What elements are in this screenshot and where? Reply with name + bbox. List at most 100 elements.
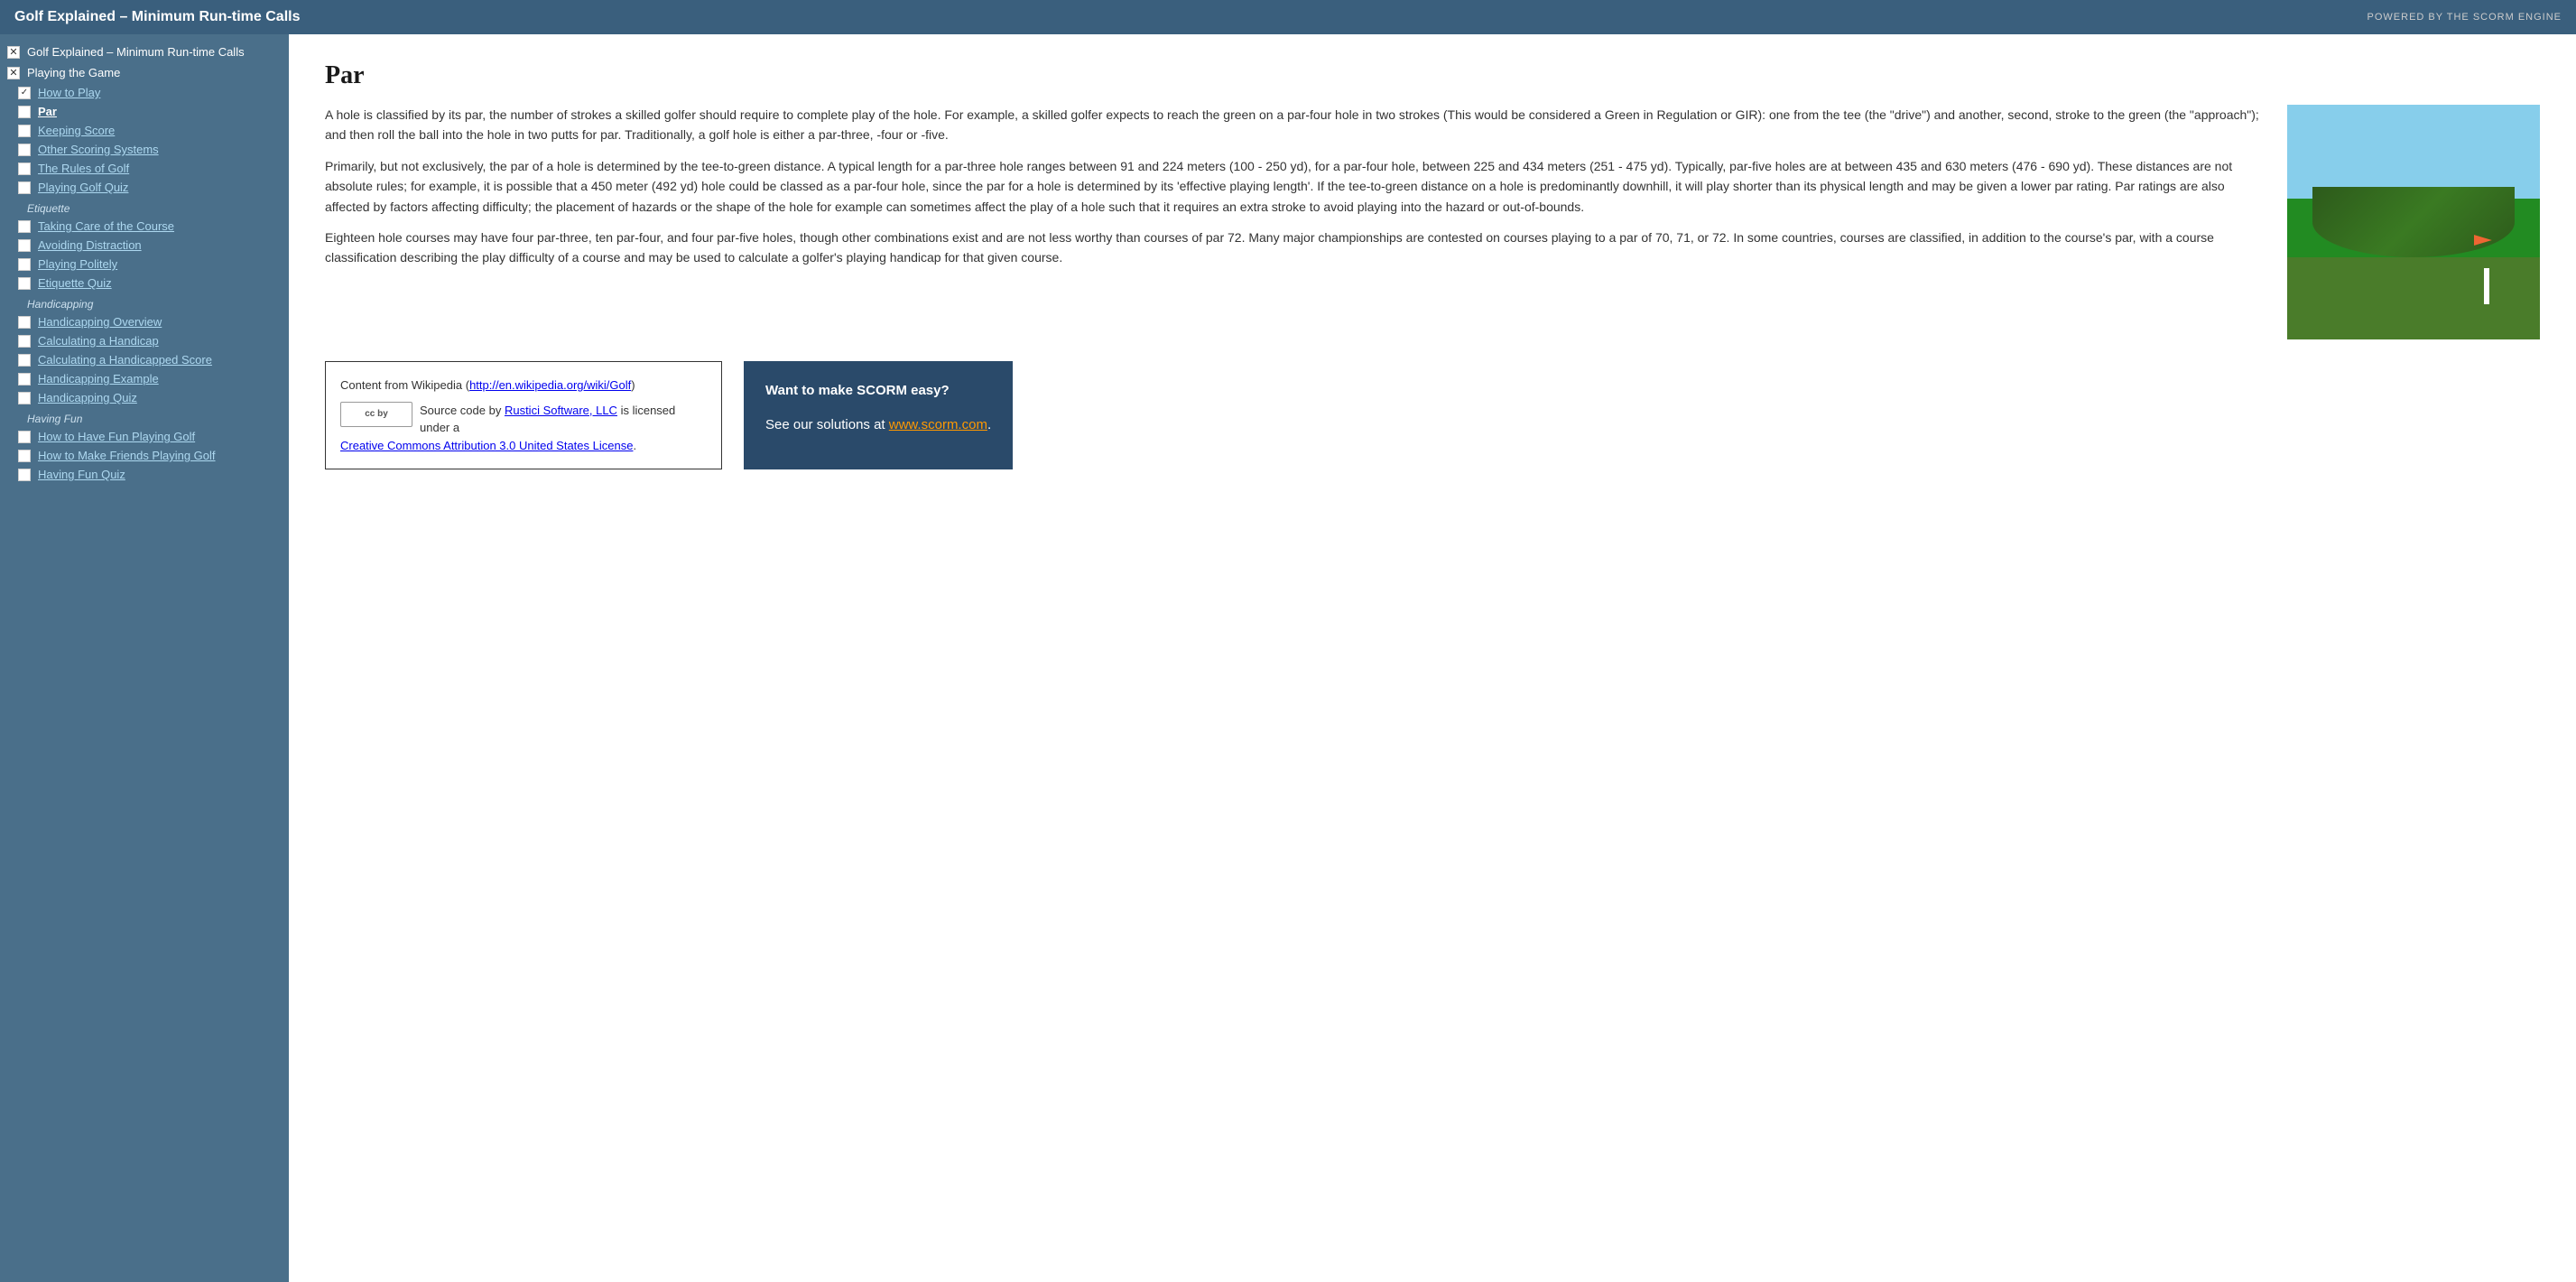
handicapping-example-checkbox[interactable] bbox=[18, 373, 31, 386]
sidebar-item-etiquette-quiz[interactable]: Etiquette Quiz bbox=[0, 274, 289, 293]
rules-checkbox[interactable] bbox=[18, 163, 31, 175]
calculating-handicapped-score-checkbox[interactable] bbox=[18, 354, 31, 367]
handicapping-overview-link[interactable]: Handicapping Overview bbox=[38, 315, 162, 329]
having-fun-section-header: Having Fun bbox=[0, 407, 289, 427]
handicapping-overview-checkbox[interactable] bbox=[18, 316, 31, 329]
scorm-website-link[interactable]: www.scorm.com bbox=[889, 417, 987, 432]
rules-link[interactable]: The Rules of Golf bbox=[38, 162, 129, 175]
having-fun-quiz-link[interactable]: Having Fun Quiz bbox=[38, 468, 125, 481]
bottom-sections: Content from Wikipedia (http://en.wikipe… bbox=[325, 361, 2540, 469]
root-checkbox[interactable] bbox=[7, 46, 20, 59]
how-to-have-fun-checkbox[interactable] bbox=[18, 431, 31, 443]
app-title: Golf Explained – Minimum Run-time Calls bbox=[14, 9, 300, 25]
etiquette-section-header: Etiquette bbox=[0, 197, 289, 217]
calculating-handicapped-score-link[interactable]: Calculating a Handicapped Score bbox=[38, 353, 212, 367]
wikipedia-text: Content from Wikipedia (http://en.wikipe… bbox=[340, 376, 707, 395]
sidebar-item-taking-care[interactable]: Taking Care of the Course bbox=[0, 217, 289, 236]
sidebar-item-handicapping-quiz[interactable]: Handicapping Quiz bbox=[0, 388, 289, 407]
etiquette-quiz-checkbox[interactable] bbox=[18, 277, 31, 290]
playing-section-checkbox[interactable] bbox=[7, 67, 20, 79]
sidebar-root-label: Golf Explained – Minimum Run-time Calls bbox=[27, 45, 245, 59]
avoiding-distraction-link[interactable]: Avoiding Distraction bbox=[38, 238, 142, 252]
main-layout: Golf Explained – Minimum Run-time Calls … bbox=[0, 34, 2576, 1282]
scorm-promo-box: Want to make SCORM easy? See our solutio… bbox=[744, 361, 1013, 469]
playing-politely-checkbox[interactable] bbox=[18, 258, 31, 271]
sidebar: Golf Explained – Minimum Run-time Calls … bbox=[0, 34, 289, 1282]
cc-icon: cc by bbox=[340, 402, 412, 427]
sidebar-item-playing-politely[interactable]: Playing Politely bbox=[0, 255, 289, 274]
handicapping-section-header: Handicapping bbox=[0, 293, 289, 312]
scorm-line1-text: Want to make SCORM easy? bbox=[765, 383, 950, 398]
playing-quiz-link[interactable]: Playing Golf Quiz bbox=[38, 181, 128, 194]
sidebar-section-playing: Playing the Game bbox=[0, 62, 289, 83]
sidebar-item-how-to-have-fun[interactable]: How to Have Fun Playing Golf bbox=[0, 427, 289, 446]
scorm-line1: Want to make SCORM easy? bbox=[765, 379, 991, 403]
cc-license-row: cc by Source code by Rustici Software, L… bbox=[340, 402, 707, 455]
taking-care-checkbox[interactable] bbox=[18, 220, 31, 233]
keeping-score-link[interactable]: Keeping Score bbox=[38, 124, 115, 137]
source-text: Source code by bbox=[420, 404, 505, 417]
calculating-handicap-checkbox[interactable] bbox=[18, 335, 31, 348]
etiquette-quiz-link[interactable]: Etiquette Quiz bbox=[38, 276, 112, 290]
wikipedia-text-before: Content from Wikipedia ( bbox=[340, 378, 469, 392]
make-friends-link[interactable]: How to Make Friends Playing Golf bbox=[38, 449, 216, 462]
top-header: Golf Explained – Minimum Run-time Calls … bbox=[0, 0, 2576, 34]
sidebar-item-how-to-play[interactable]: How to Play bbox=[0, 83, 289, 102]
sidebar-item-make-friends[interactable]: How to Make Friends Playing Golf bbox=[0, 446, 289, 465]
avoiding-distraction-checkbox[interactable] bbox=[18, 239, 31, 252]
sidebar-item-having-fun-quiz[interactable]: Having Fun Quiz bbox=[0, 465, 289, 484]
how-to-have-fun-link[interactable]: How to Have Fun Playing Golf bbox=[38, 430, 195, 443]
handicapping-quiz-link[interactable]: Handicapping Quiz bbox=[38, 391, 137, 404]
handicapping-example-link[interactable]: Handicapping Example bbox=[38, 372, 159, 386]
par-checkbox[interactable] bbox=[18, 106, 31, 118]
source-link[interactable]: Rustici Software, LLC bbox=[505, 404, 617, 417]
sidebar-item-calculating-handicap[interactable]: Calculating a Handicap bbox=[0, 331, 289, 350]
scorm-line2: See our solutions at www.scorm.com. bbox=[765, 413, 991, 437]
period: . bbox=[633, 439, 636, 452]
sidebar-item-handicapping-example[interactable]: Handicapping Example bbox=[0, 369, 289, 388]
how-to-play-link[interactable]: How to Play bbox=[38, 86, 100, 99]
other-scoring-link[interactable]: Other Scoring Systems bbox=[38, 143, 159, 156]
scorm-line2-prefix: See our solutions at bbox=[765, 417, 889, 432]
wikipedia-text-after: ) bbox=[631, 378, 635, 392]
playing-section-label: Playing the Game bbox=[27, 66, 120, 79]
sidebar-item-other-scoring[interactable]: Other Scoring Systems bbox=[0, 140, 289, 159]
paragraph-2: Primarily, but not exclusively, the par … bbox=[325, 156, 2266, 217]
sidebar-item-keeping-score[interactable]: Keeping Score bbox=[0, 121, 289, 140]
taking-care-link[interactable]: Taking Care of the Course bbox=[38, 219, 174, 233]
handicapping-quiz-checkbox[interactable] bbox=[18, 392, 31, 404]
sidebar-item-calculating-handicapped-score[interactable]: Calculating a Handicapped Score bbox=[0, 350, 289, 369]
golf-course-image bbox=[2287, 105, 2540, 339]
how-to-play-checkbox[interactable] bbox=[18, 87, 31, 99]
content-text: A hole is classified by its par, the num… bbox=[325, 105, 2266, 339]
powered-by-label: POWERED BY THE SCORM ENGINE bbox=[2368, 12, 2562, 23]
keeping-score-checkbox[interactable] bbox=[18, 125, 31, 137]
paragraph-1: A hole is classified by its par, the num… bbox=[325, 105, 2266, 145]
paragraph-3: Eighteen hole courses may have four par-… bbox=[325, 228, 2266, 268]
wikipedia-link[interactable]: http://en.wikipedia.org/wiki/Golf bbox=[469, 378, 631, 392]
content-body: A hole is classified by its par, the num… bbox=[325, 105, 2540, 339]
sidebar-root-item: Golf Explained – Minimum Run-time Calls bbox=[0, 42, 289, 62]
sidebar-item-avoiding-distraction[interactable]: Avoiding Distraction bbox=[0, 236, 289, 255]
page-title: Par bbox=[325, 61, 2540, 90]
sidebar-item-handicapping-overview[interactable]: Handicapping Overview bbox=[0, 312, 289, 331]
sidebar-item-playing-quiz[interactable]: Playing Golf Quiz bbox=[0, 178, 289, 197]
wikipedia-attribution-box: Content from Wikipedia (http://en.wikipe… bbox=[325, 361, 722, 469]
sidebar-item-par[interactable]: Par bbox=[0, 102, 289, 121]
sidebar-item-rules-of-golf[interactable]: The Rules of Golf bbox=[0, 159, 289, 178]
par-link[interactable]: Par bbox=[38, 105, 57, 118]
flag-icon bbox=[2474, 235, 2492, 246]
other-scoring-checkbox[interactable] bbox=[18, 144, 31, 156]
scorm-line2-suffix: . bbox=[987, 417, 991, 432]
make-friends-checkbox[interactable] bbox=[18, 450, 31, 462]
golf-course-image-container bbox=[2287, 105, 2540, 339]
having-fun-quiz-checkbox[interactable] bbox=[18, 469, 31, 481]
handicapping-label: Handicapping bbox=[27, 298, 93, 311]
having-fun-label: Having Fun bbox=[27, 413, 82, 425]
playing-politely-link[interactable]: Playing Politely bbox=[38, 257, 117, 271]
calculating-handicap-link[interactable]: Calculating a Handicap bbox=[38, 334, 159, 348]
playing-quiz-checkbox[interactable] bbox=[18, 181, 31, 194]
license-link[interactable]: Creative Commons Attribution 3.0 United … bbox=[340, 439, 633, 452]
etiquette-label: Etiquette bbox=[27, 202, 69, 215]
main-content-area: Par A hole is classified by its par, the… bbox=[289, 34, 2576, 1282]
